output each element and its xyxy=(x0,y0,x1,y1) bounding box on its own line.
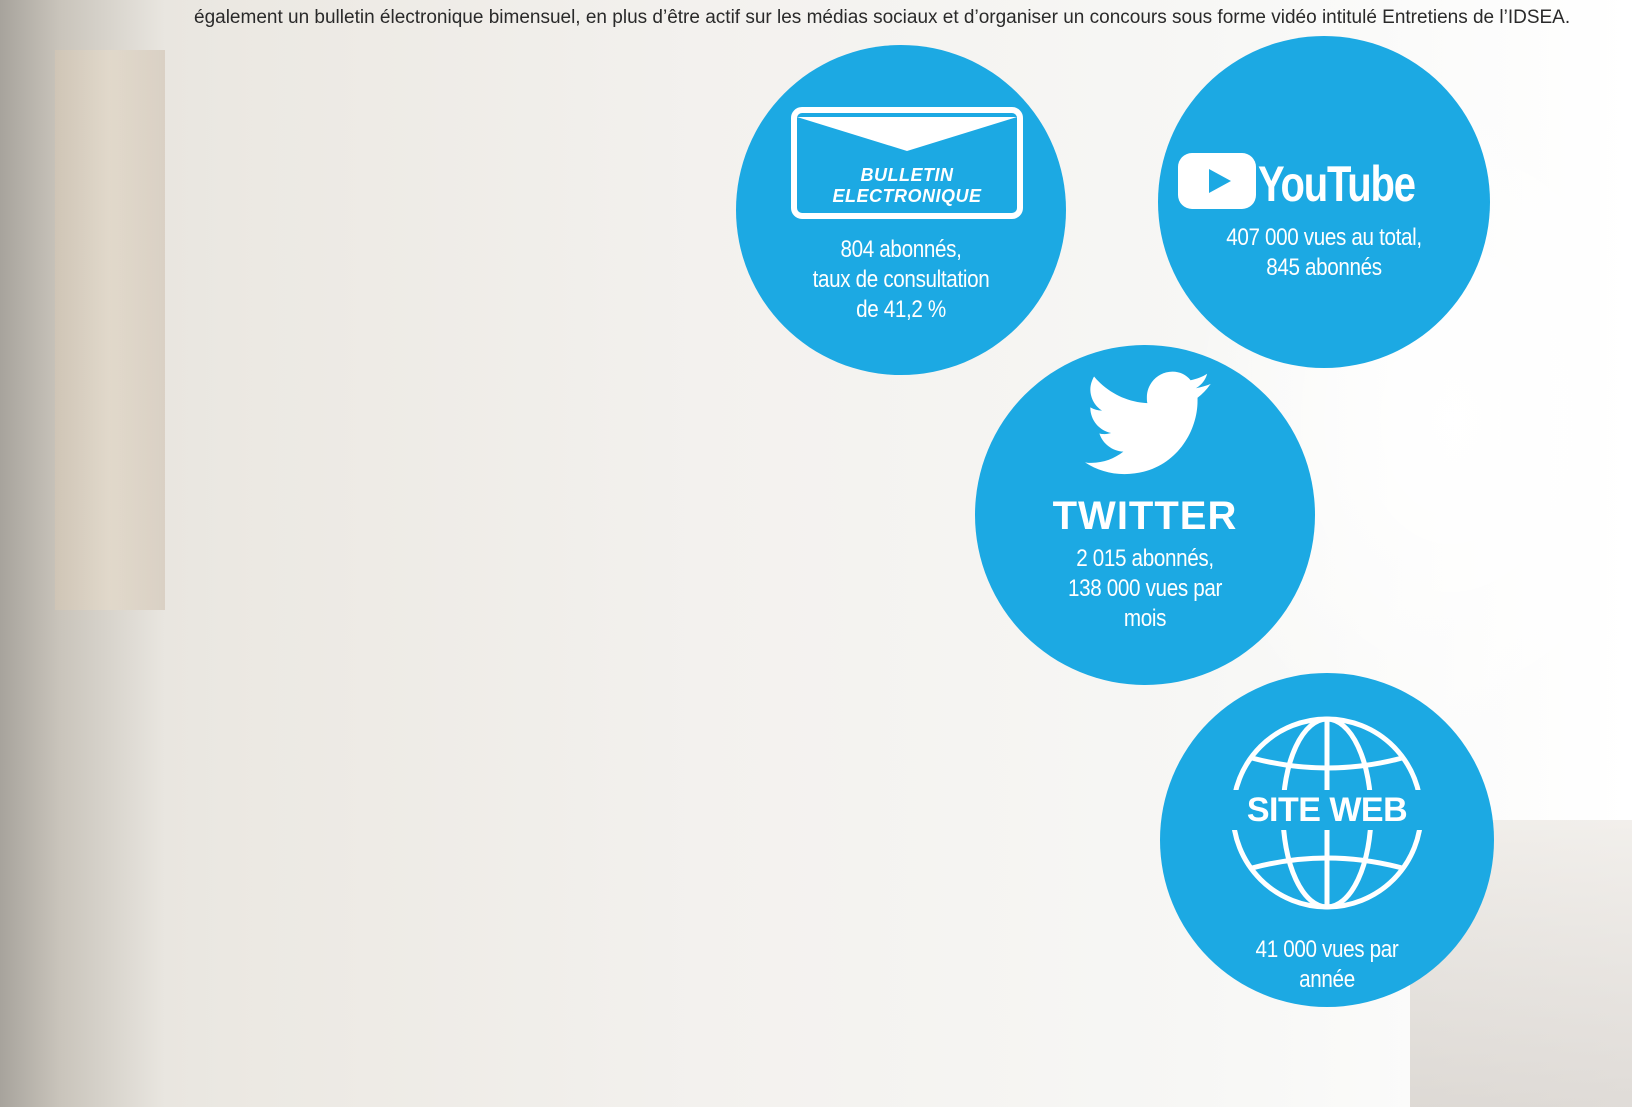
siteweb-stat-line1: 41 000 vues par xyxy=(1255,936,1399,963)
twitter-stats: 2 015 abonnés, 138 000 vues par mois xyxy=(999,544,1291,634)
twitter-bird-icon xyxy=(1085,371,1211,475)
siteweb-circle: SITE WEB 41 000 vues par année xyxy=(1160,673,1494,1007)
bulletin-circle: BULLETIN ELECTRONIQUE 804 abonnés, taux … xyxy=(736,45,1066,375)
twitter-title: TWITTER xyxy=(1052,494,1238,538)
youtube-stat-line1: 407 000 vues au total, xyxy=(1226,224,1422,251)
bulletin-stat-line1: 804 abonnés, xyxy=(840,236,962,263)
bulletin-stat-line2: taux de consultation xyxy=(812,266,990,293)
siteweb-label: SITE WEB xyxy=(1220,790,1434,830)
bulletin-label-line1: BULLETIN xyxy=(860,165,954,185)
siteweb-stats: 41 000 vues par année xyxy=(1183,935,1470,995)
youtube-stats: 407 000 vues au total, 845 abonnés xyxy=(1181,223,1467,283)
youtube-circle: YouTube 407 000 vues au total, 845 abonn… xyxy=(1158,36,1490,368)
youtube-stat-line2: 845 abonnés xyxy=(1266,254,1382,281)
siteweb-stat-line2: année xyxy=(1299,966,1355,993)
twitter-stat-line2: 138 000 vues par xyxy=(1067,575,1222,602)
bulletin-stat-line3: de 41,2 % xyxy=(856,296,946,323)
twitter-circle: TWITTER 2 015 abonnés, 138 000 vues par … xyxy=(975,345,1315,685)
bulletin-stats: 804 abonnés, taux de consultation de 41,… xyxy=(759,235,1043,325)
bulletin-label: BULLETIN ELECTRONIQUE xyxy=(791,165,1023,207)
youtube-play-icon xyxy=(1178,153,1256,209)
twitter-stat-line1: 2 015 abonnés, xyxy=(1076,545,1214,572)
bulletin-label-line2: ELECTRONIQUE xyxy=(832,186,982,206)
twitter-stat-line3: mois xyxy=(1123,605,1167,632)
window-frame xyxy=(55,50,165,610)
intro-paragraph: également un bulletin électronique bimen… xyxy=(194,7,1571,28)
youtube-logo-text: YouTube xyxy=(1258,156,1416,212)
